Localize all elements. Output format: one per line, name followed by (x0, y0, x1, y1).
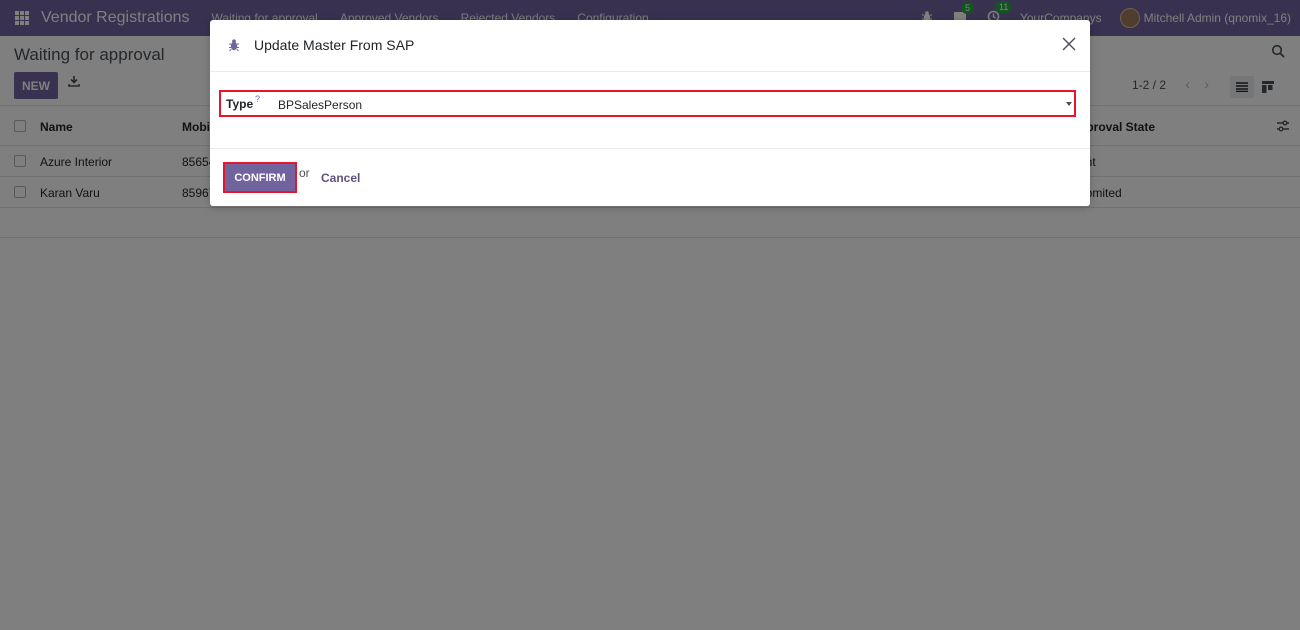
dialog-footer: CONFIRM or Cancel (210, 148, 1090, 206)
chevron-down-icon[interactable] (1066, 102, 1072, 106)
dialog-header: Update Master From SAP (210, 20, 1090, 72)
dialog-title: Update Master From SAP (254, 37, 415, 53)
confirm-button[interactable]: CONFIRM (223, 162, 297, 193)
type-select[interactable]: Type ? BPSalesPerson (219, 90, 1076, 117)
help-tooltip-icon[interactable]: ? (255, 94, 260, 104)
debug-bug-icon[interactable] (228, 38, 240, 52)
type-value: BPSalesPerson (278, 98, 363, 112)
or-separator: or (299, 166, 310, 180)
cancel-button[interactable]: Cancel (321, 171, 360, 185)
update-master-dialog: Update Master From SAP Type ? BPSalesPer… (210, 20, 1090, 206)
type-label: Type (226, 97, 254, 111)
close-icon[interactable] (1061, 36, 1079, 54)
dialog-body: Type ? BPSalesPerson (210, 73, 1090, 149)
